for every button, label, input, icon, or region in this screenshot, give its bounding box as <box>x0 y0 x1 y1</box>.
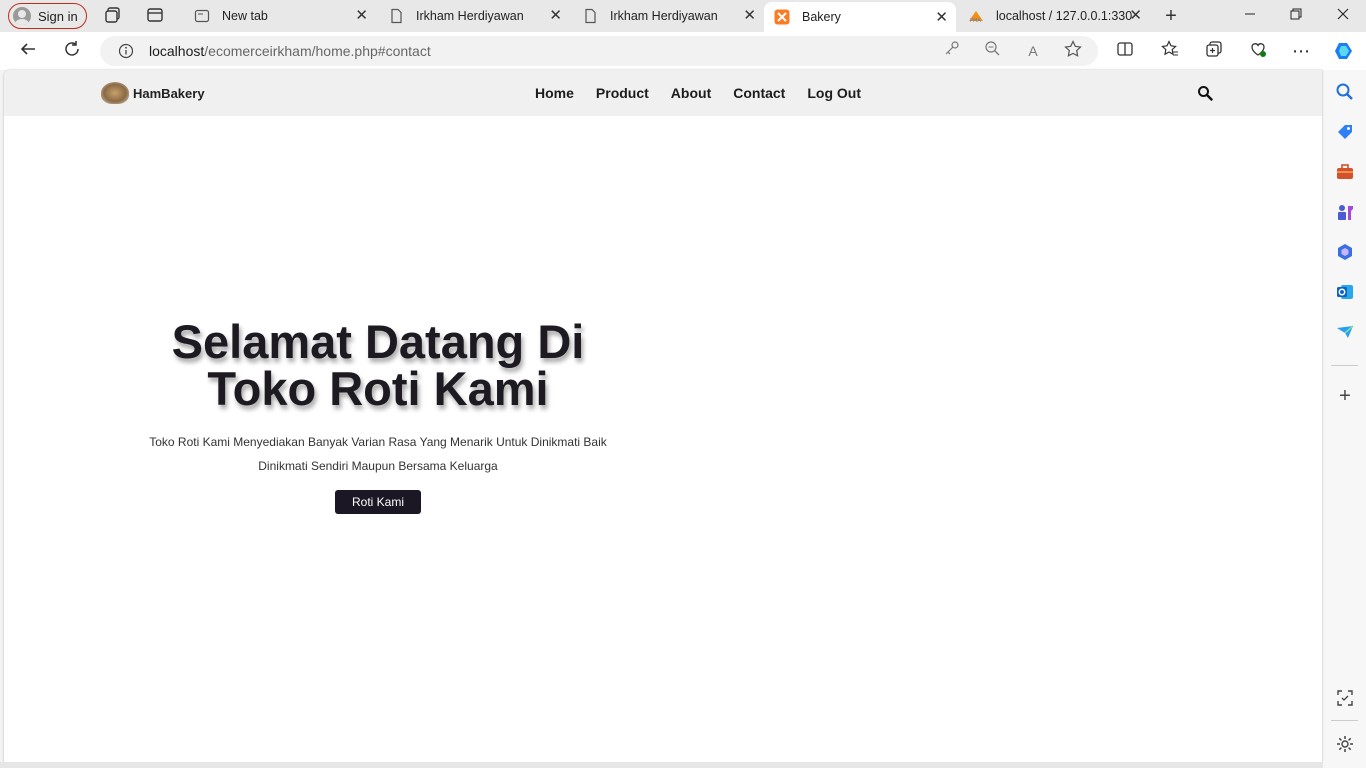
tab-label: Irkham Herdiyawan <box>610 9 718 23</box>
back-icon[interactable] <box>17 40 39 62</box>
tools-briefcase-icon[interactable] <box>1335 162 1355 182</box>
nav-product[interactable]: Product <box>596 85 649 101</box>
nav-about[interactable]: About <box>671 85 711 101</box>
tab-actions-icon[interactable] <box>145 6 165 26</box>
send-drop-icon[interactable] <box>1335 322 1355 342</box>
tab-label: localhost / 127.0.0.1:330 <box>996 9 1133 23</box>
phpmyadmin-icon: PMA <box>968 8 984 24</box>
settings-more-icon[interactable]: ⋯ <box>1290 40 1312 62</box>
close-tab-icon[interactable]: ✕ <box>935 10 948 26</box>
search-icon[interactable] <box>1197 85 1213 101</box>
hero-description-line-2: Dinikmati Sendiri Maupun Bersama Keluarg… <box>258 459 498 473</box>
tab-label: New tab <box>222 9 268 23</box>
new-tab-icon <box>194 8 210 24</box>
window-bottom-edge <box>0 762 1323 768</box>
hero-title-line-2: Toko Roti Kami <box>207 362 549 415</box>
restore-icon[interactable] <box>1286 6 1306 26</box>
tab-new-tab[interactable]: New tab ✕ <box>184 0 376 32</box>
favorite-star-icon[interactable] <box>1062 40 1084 62</box>
collections-icon[interactable] <box>1203 40 1225 62</box>
bakery-logo-icon <box>101 82 129 104</box>
games-chess-icon[interactable] <box>1335 202 1355 222</box>
tab-irkham-2[interactable]: Irkham Herdiyawan ✕ <box>572 0 764 32</box>
copilot-icon[interactable] <box>1333 40 1355 62</box>
hero-title: Selamat Datang Di Toko Roti Kami <box>104 318 652 412</box>
outlook-icon[interactable] <box>1335 282 1355 302</box>
browser-tab-bar: Sign in New tab ✕ Irkham Herdiyawan ✕ Ir… <box>0 0 1366 32</box>
close-tab-icon[interactable]: ✕ <box>549 8 562 24</box>
hero-description: Toko Roti Kami Menyediakan Banyak Varian… <box>129 430 627 478</box>
site-info-icon[interactable] <box>118 43 134 59</box>
profile-avatar-icon <box>13 7 31 25</box>
hero-description-line-1: Toko Roti Kami Menyediakan Banyak Varian… <box>149 435 607 449</box>
close-tab-icon[interactable]: ✕ <box>743 8 756 24</box>
microsoft-365-icon[interactable] <box>1335 242 1355 262</box>
refresh-icon[interactable] <box>61 40 83 62</box>
browser-toolbar: localhost/ecomerceirkham/home.php#contac… <box>0 32 1366 70</box>
search-sidebar-icon[interactable] <box>1335 82 1355 102</box>
close-tab-icon[interactable]: ✕ <box>355 8 368 24</box>
new-tab-plus-icon[interactable]: + <box>1161 6 1181 26</box>
tab-phpmyadmin[interactable]: PMA localhost / 127.0.0.1:330 ✕ <box>958 0 1150 32</box>
shopping-tag-icon[interactable] <box>1335 122 1355 142</box>
close-window-icon[interactable] <box>1333 6 1353 26</box>
sidebar-divider <box>1331 365 1358 366</box>
zoom-out-icon[interactable] <box>981 40 1003 62</box>
svg-text:PMA: PMA <box>970 18 981 24</box>
nav-home[interactable]: Home <box>535 85 574 101</box>
workspaces-icon[interactable] <box>103 6 123 26</box>
split-screen-icon[interactable] <box>1114 40 1136 62</box>
site-navbar: HamBakery Home Product About Contact Log… <box>4 70 1322 116</box>
site-nav-links: Home Product About Contact Log Out <box>535 85 883 101</box>
minimize-icon[interactable] <box>1240 6 1260 26</box>
page-icon <box>388 8 404 24</box>
site-brand[interactable]: HamBakery <box>101 81 205 105</box>
sign-in-label: Sign in <box>38 8 78 24</box>
tab-label: Bakery <box>802 10 841 24</box>
sidebar-divider <box>1331 720 1358 721</box>
screenshot-icon[interactable] <box>1335 688 1355 708</box>
xampp-icon <box>774 9 790 25</box>
read-aloud-icon[interactable]: A <box>1022 40 1044 62</box>
tab-label: Irkham Herdiyawan <box>416 9 524 23</box>
sidebar-settings-gear-icon[interactable] <box>1335 734 1355 754</box>
url-path: /ecomerceirkham/home.php#contact <box>204 43 431 59</box>
favorites-icon[interactable] <box>1159 40 1181 62</box>
tab-irkham-1[interactable]: Irkham Herdiyawan ✕ <box>378 0 570 32</box>
tab-bakery[interactable]: Bakery ✕ <box>764 2 956 32</box>
nav-logout[interactable]: Log Out <box>807 85 861 101</box>
browser-essentials-icon[interactable] <box>1247 40 1269 62</box>
roti-kami-button[interactable]: Roti Kami <box>335 490 421 514</box>
key-icon[interactable] <box>941 40 963 62</box>
sign-in-button[interactable]: Sign in <box>8 3 87 29</box>
add-sidebar-app-icon[interactable]: + <box>1335 386 1355 406</box>
hero-title-line-1: Selamat Datang Di <box>171 315 585 368</box>
brand-name: HamBakery <box>133 85 205 101</box>
page-icon <box>582 8 598 24</box>
web-page: HamBakery Home Product About Contact Log… <box>4 70 1322 762</box>
url-host: localhost <box>149 43 205 59</box>
nav-contact[interactable]: Contact <box>733 85 785 101</box>
close-tab-icon[interactable]: ✕ <box>1129 8 1142 24</box>
browser-sidebar: + <box>1323 70 1366 768</box>
